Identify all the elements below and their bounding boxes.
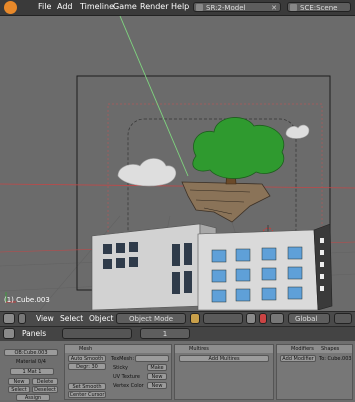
material-select-label: Select — [11, 387, 27, 393]
mesh-panel: Mesh Auto Smooth Degr: 30 TexMesh: Stick… — [64, 344, 172, 400]
top-menubar: File Add Timeline Game Render Help SR:2-… — [0, 0, 355, 16]
scene-selector[interactable]: SCE:Scene — [287, 2, 351, 12]
menu-render[interactable]: Render — [140, 2, 168, 11]
cloud-right[interactable] — [285, 124, 310, 139]
set-smooth-button[interactable]: Set Smooth — [68, 383, 106, 390]
manipulator-hand-icon[interactable] — [246, 313, 256, 324]
add-multires-label: Add Multires — [208, 356, 240, 362]
uv-texture-new-button[interactable]: New — [147, 373, 167, 380]
material-new-label: New — [13, 379, 25, 385]
material-delete-button[interactable]: Delete — [32, 378, 58, 385]
degr-field[interactable]: Degr: 30 — [68, 363, 106, 370]
pivot-selector[interactable] — [203, 313, 243, 324]
screen-close-icon[interactable]: ✕ — [271, 3, 277, 13]
center-cursor-button[interactable]: Center Cursor — [68, 391, 106, 398]
uv-texture-label: UV Texture — [113, 374, 140, 380]
header-collapse-icon[interactable] — [18, 313, 26, 324]
modifiers-tab[interactable]: Modifiers — [291, 346, 314, 352]
add-modifier-label: Add Modifier — [282, 356, 314, 362]
center-cursor-label: Center Cursor — [69, 392, 105, 398]
translate-icon[interactable] — [259, 313, 267, 324]
material-select-button[interactable]: Select — [8, 386, 30, 393]
editor-type-icon[interactable] — [3, 313, 15, 324]
blender-logo-icon[interactable] — [4, 1, 17, 14]
modifier-target-label: To: Cube.003 — [319, 356, 352, 362]
material-count: Material 0/4 — [16, 359, 46, 365]
material-assign-label: Assign — [24, 395, 42, 401]
menu-timeline[interactable]: Timeline — [80, 2, 114, 11]
scene-render — [0, 16, 355, 310]
menu-add[interactable]: Add — [57, 2, 73, 11]
menu-select[interactable]: Select — [60, 314, 83, 323]
menu-file[interactable]: File — [38, 2, 51, 11]
vertex-color-label: Vertex Color — [113, 383, 144, 389]
3d-viewport[interactable]: (1) Cube.003 — [0, 16, 355, 310]
properties-panels: OB:Cube.003 Material 0/4 1 Mat 1 New Del… — [0, 341, 355, 401]
cloud-left[interactable] — [117, 158, 177, 187]
menu-help[interactable]: Help — [171, 2, 189, 11]
add-modifier-button[interactable]: Add Modifier — [280, 355, 316, 362]
auto-smooth-button[interactable]: Auto Smooth — [68, 355, 106, 362]
y-axis-line — [119, 16, 189, 177]
uv-texture-new-label: New — [151, 374, 163, 380]
orientation-label: Global — [295, 315, 318, 323]
floating-island[interactable] — [181, 181, 271, 223]
degr-value: Degr: 30 — [76, 364, 98, 370]
buttons-header: Panels 1 — [0, 326, 355, 341]
texmesh-label: TexMesh: — [111, 356, 135, 362]
x-axis-line — [0, 183, 355, 189]
texmesh-field[interactable] — [135, 355, 169, 362]
material-new-button[interactable]: New — [8, 378, 30, 385]
screen-selector[interactable]: SR:2-Model ✕ — [193, 2, 281, 12]
modifiers-panel: Modifiers Shapes Add Modifier To: Cube.0… — [276, 344, 353, 400]
tree-canopy[interactable] — [192, 117, 285, 179]
shapes-tab[interactable]: Shapes — [321, 345, 339, 353]
add-multires-button[interactable]: Add Multires — [179, 355, 269, 362]
orientation-selector[interactable]: Global — [288, 313, 330, 324]
screen-browse-icon[interactable] — [196, 4, 203, 11]
panels-menu[interactable]: Panels — [22, 329, 46, 338]
draw-type-icon[interactable] — [190, 313, 200, 324]
vertex-color-new-label: New — [151, 383, 163, 389]
scene-name: SCE:Scene — [300, 4, 338, 12]
multires-panel-header[interactable]: Multires — [175, 345, 273, 353]
material-index-field[interactable]: 1 Mat 1 — [10, 368, 54, 375]
layers-icon[interactable] — [334, 313, 352, 324]
modifiers-panel-header[interactable]: Modifiers Shapes — [277, 345, 352, 353]
material-deselect-button[interactable]: Deselect — [32, 386, 58, 393]
context-icons[interactable] — [62, 328, 132, 339]
auto-smooth-label: Auto Smooth — [70, 356, 104, 362]
set-smooth-label: Set Smooth — [72, 384, 102, 390]
sticky-make-label: Make — [150, 365, 164, 371]
material-delete-label: Delete — [36, 379, 54, 385]
material-deselect-label: Deselect — [34, 387, 56, 393]
multires-panel: Multires Add Multires — [174, 344, 274, 400]
active-object-label: (1) Cube.003 — [4, 296, 50, 304]
menu-view[interactable]: View — [36, 314, 54, 323]
object-name-field[interactable]: OB:Cube.003 — [4, 349, 58, 356]
mesh-panel-header[interactable]: Mesh — [65, 345, 171, 353]
vertex-color-new-button[interactable]: New — [147, 382, 167, 389]
frame-value: 1 — [162, 330, 168, 338]
frame-field[interactable]: 1 — [140, 328, 190, 339]
view3d-header: View Select Object Object Mode Global — [0, 311, 355, 326]
sticky-label: Sticky — [113, 365, 128, 371]
rotate-scale-icon[interactable] — [270, 313, 284, 324]
link-materials-panel: OB:Cube.003 Material 0/4 1 Mat 1 New Del… — [2, 344, 62, 401]
mode-label: Object Mode — [129, 315, 174, 323]
material-index-value: 1 Mat 1 — [22, 369, 42, 375]
sticky-make-button[interactable]: Make — [147, 364, 167, 371]
screen-name: SR:2-Model — [206, 4, 246, 12]
buttons-editor-type-icon[interactable] — [3, 328, 15, 339]
mode-selector[interactable]: Object Mode — [116, 313, 186, 324]
menu-game[interactable]: Game — [113, 2, 137, 11]
menu-object[interactable]: Object — [89, 314, 113, 323]
object-name-value: OB:Cube.003 — [14, 350, 48, 356]
scene-browse-icon[interactable] — [290, 4, 297, 11]
